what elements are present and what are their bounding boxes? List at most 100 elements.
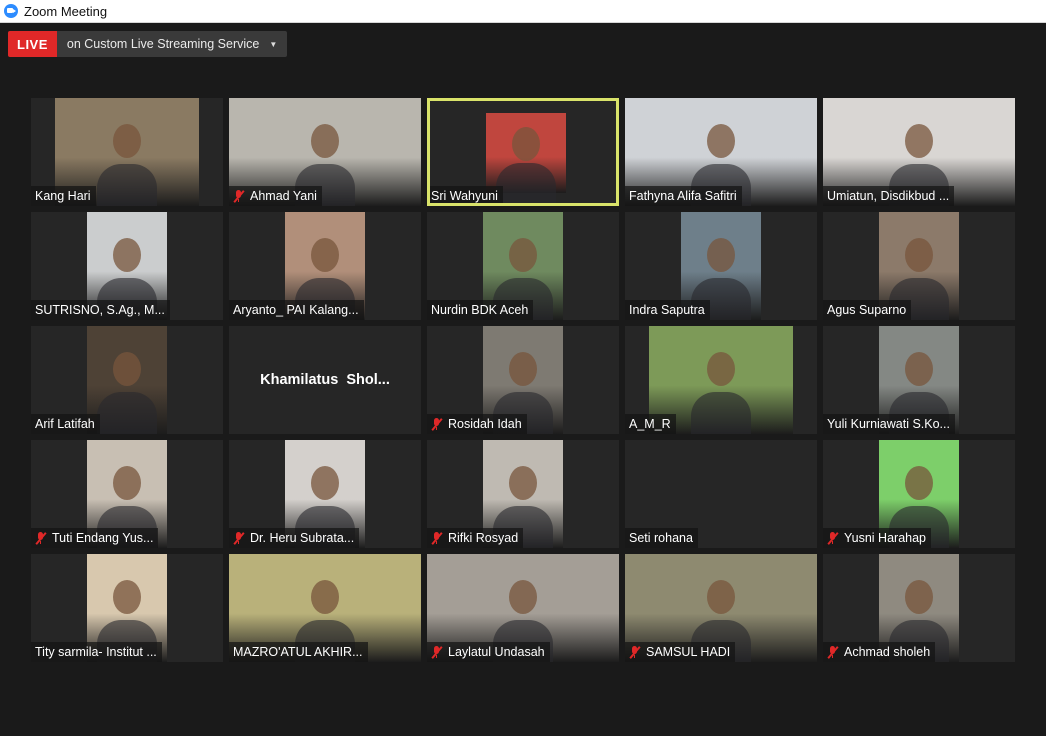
participant-name: SUTRISNO, S.Ag., M... [35,303,165,317]
participant-tile[interactable]: Tity sarmila- Institut ... [31,554,223,662]
participant-name-label: Laylatul Undasah [427,642,550,662]
person-silhouette [311,124,339,158]
participant-tile[interactable]: Yuli Kurniawati S.Ko... [823,326,1015,434]
participant-tile[interactable]: Laylatul Undasah [427,554,619,662]
participant-tile[interactable]: Achmad sholeh [823,554,1015,662]
mic-muted-icon [233,189,245,203]
zoom-app-icon [4,4,18,18]
participant-tile[interactable]: A_M_R [625,326,817,434]
participant-name: Aryanto_ PAI Kalang... [233,303,359,317]
participant-name: Kang Hari [35,189,91,203]
participant-name-label: Yuli Kurniawati S.Ko... [823,414,955,434]
live-service-dropdown[interactable]: on Custom Live Streaming Service ▼ [56,31,288,57]
participant-name-label: Ahmad Yani [229,186,322,206]
participant-name-label: Seti rohana [625,528,698,548]
participant-tile[interactable]: Seti rohana [625,440,817,548]
participant-name-label: Nurdin BDK Aceh [427,300,534,320]
participant-tile[interactable]: MAZRO'ATUL AKHIR... [229,554,421,662]
participant-tile[interactable]: Rosidah Idah [427,326,619,434]
person-silhouette [707,238,735,272]
participant-name: A_M_R [629,417,671,431]
person-silhouette [113,352,141,386]
person-silhouette [509,580,537,614]
person-silhouette [113,238,141,272]
window-title: Zoom Meeting [24,3,108,19]
participant-name: Ahmad Yani [250,189,317,203]
window-titlebar: Zoom Meeting [0,0,1046,23]
mic-muted-icon [431,531,443,545]
participant-name: Indra Saputra [629,303,705,317]
participant-name: Laylatul Undasah [448,645,545,659]
participant-tile[interactable]: Kang Hari [31,98,223,206]
participant-tile[interactable]: Khamilatus Shol... [229,326,421,434]
participant-name: Tity sarmila- Institut ... [35,645,157,659]
participant-name-label: Agus Suparno [823,300,912,320]
participant-name: Rosidah Idah [448,417,522,431]
participant-tile[interactable]: Fathyna Alifa Safitri [625,98,817,206]
participant-name-label: Rifki Rosyad [427,528,524,548]
participant-name-label: Yusni Harahap [823,528,932,548]
live-stream-indicator[interactable]: LIVE on Custom Live Streaming Service ▼ [8,31,288,57]
participant-name: Sri Wahyuni [431,189,498,203]
mic-muted-icon [827,531,839,545]
participant-name-center: Khamilatus Shol... [260,372,390,388]
person-silhouette [113,466,141,500]
participant-tile[interactable]: Umiatun, Disdikbud ... [823,98,1015,206]
participant-name: Nurdin BDK Aceh [431,303,529,317]
participant-tile[interactable]: Sri Wahyuni [427,98,619,206]
participant-tile[interactable]: SUTRISNO, S.Ag., M... [31,212,223,320]
participant-tile[interactable]: Tuti Endang Yus... [31,440,223,548]
chevron-down-icon: ▼ [269,39,278,49]
person-silhouette [905,580,933,614]
participant-name-label: Sri Wahyuni [430,186,503,203]
participant-name: Tuti Endang Yus... [52,531,154,545]
participant-tile[interactable]: Rifki Rosyad [427,440,619,548]
person-silhouette [509,238,537,272]
live-badge: LIVE [8,31,57,57]
participant-name: Achmad sholeh [844,645,931,659]
person-silhouette [707,580,735,614]
participant-name-label: Tity sarmila- Institut ... [31,642,162,662]
participant-tile[interactable]: Ahmad Yani [229,98,421,206]
participant-name-label: Rosidah Idah [427,414,527,434]
mic-muted-icon [827,645,839,659]
participant-name-label: Arif Latifah [31,414,100,434]
participant-name: Dr. Heru Subrata... [250,531,355,545]
participant-name-label: Umiatun, Disdikbud ... [823,186,955,206]
mic-muted-icon [35,531,47,545]
person-torso [691,392,751,434]
participant-tile[interactable]: Aryanto_ PAI Kalang... [229,212,421,320]
participant-name-label: Aryanto_ PAI Kalang... [229,300,364,320]
person-silhouette [113,124,141,158]
person-silhouette [509,352,537,386]
participant-tile[interactable]: Arif Latifah [31,326,223,434]
participant-name: Yusni Harahap [844,531,927,545]
participant-name: SAMSUL HADI [646,645,731,659]
person-silhouette [905,124,933,158]
participant-name: Umiatun, Disdikbud ... [827,189,950,203]
participant-tile[interactable]: Agus Suparno [823,212,1015,320]
participant-name-label: Indra Saputra [625,300,710,320]
participant-name-label: A_M_R [625,414,676,434]
participant-tile[interactable]: SAMSUL HADI [625,554,817,662]
person-silhouette [512,127,540,161]
participant-name-label: Dr. Heru Subrata... [229,528,360,548]
person-silhouette [311,580,339,614]
participant-tile[interactable]: Yusni Harahap [823,440,1015,548]
participant-name: Arif Latifah [35,417,95,431]
participant-name-label: Kang Hari [31,186,96,206]
person-silhouette [113,580,141,614]
participant-tile[interactable]: Dr. Heru Subrata... [229,440,421,548]
participant-name: Agus Suparno [827,303,907,317]
mic-muted-icon [431,417,443,431]
participant-name: MAZRO'ATUL AKHIR... [233,645,363,659]
participant-name-label: MAZRO'ATUL AKHIR... [229,642,368,662]
person-silhouette [311,466,339,500]
person-silhouette [707,352,735,386]
participant-name-label: SUTRISNO, S.Ag., M... [31,300,170,320]
participant-tile[interactable]: Nurdin BDK Aceh [427,212,619,320]
live-service-label: on Custom Live Streaming Service [66,37,260,51]
participant-name-label: SAMSUL HADI [625,642,736,662]
participant-tile[interactable]: Indra Saputra [625,212,817,320]
mic-muted-icon [431,645,443,659]
